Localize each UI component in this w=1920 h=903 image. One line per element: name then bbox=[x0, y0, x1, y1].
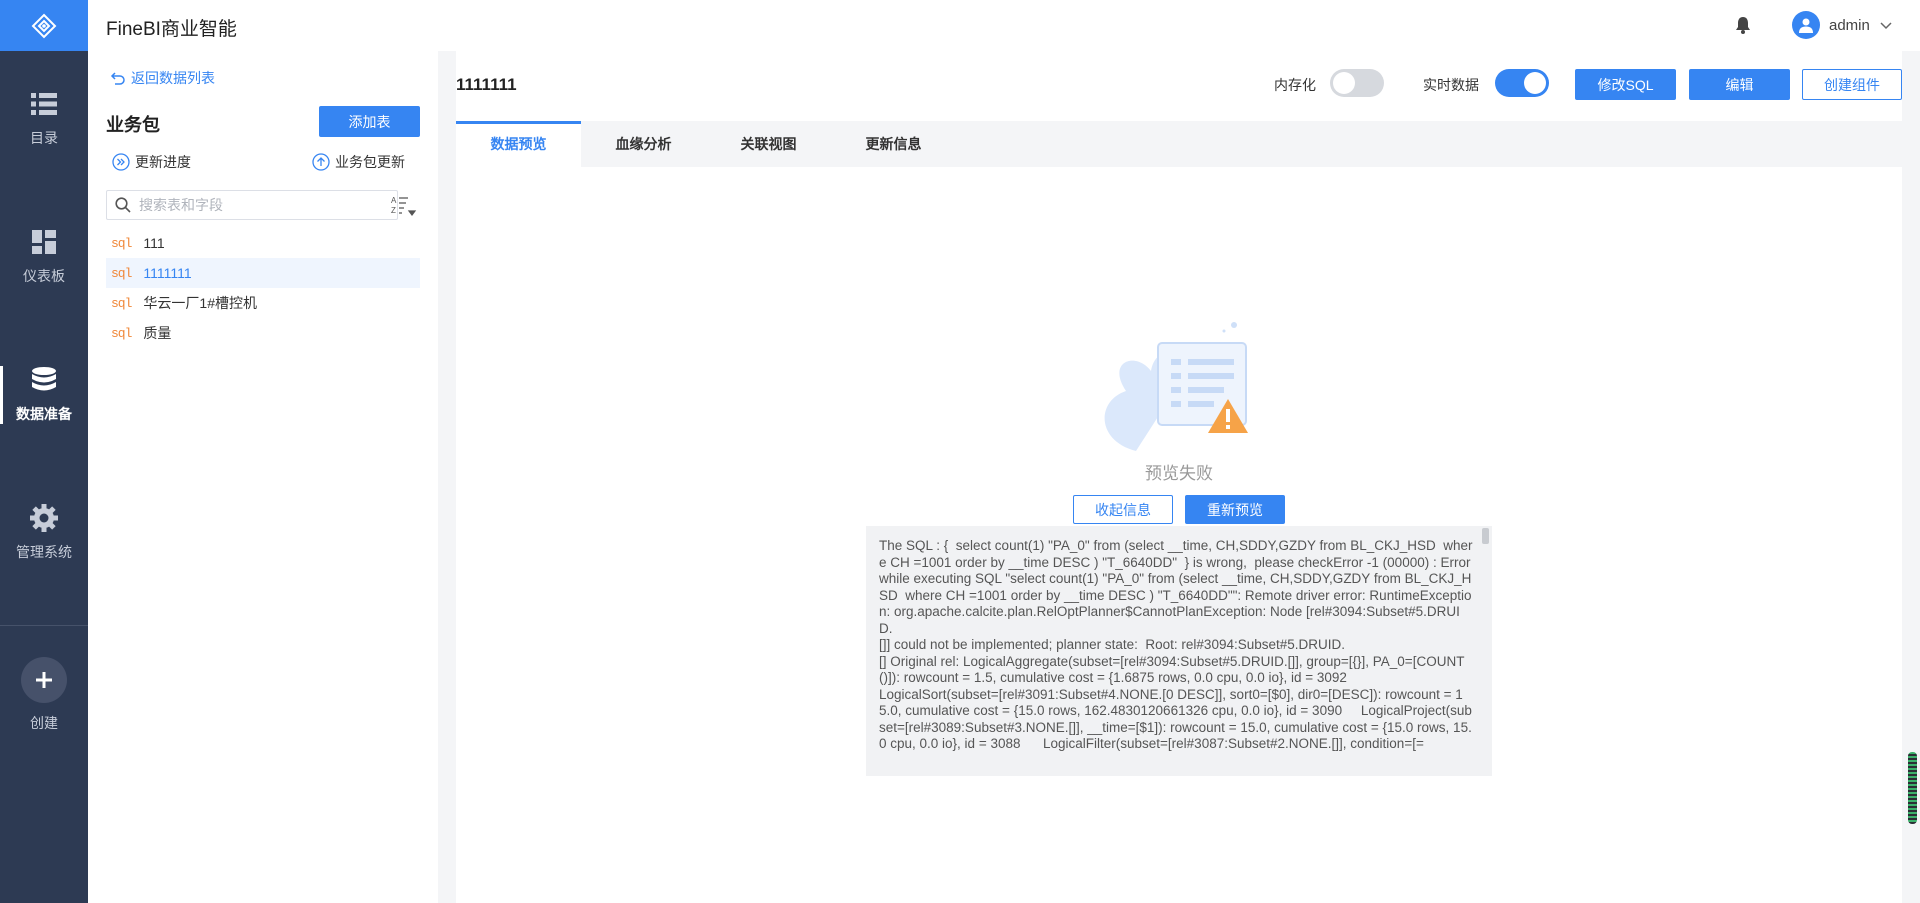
add-table-button[interactable]: 添加表 bbox=[319, 106, 420, 137]
toggle-knob bbox=[1524, 72, 1546, 94]
back-label: 返回数据列表 bbox=[131, 70, 215, 86]
nav-item-catalog[interactable]: 目录 bbox=[0, 64, 88, 174]
table-list: sql 111 sql 1111111 sql 华云一厂1#槽控机 sql 质量 bbox=[106, 228, 420, 348]
scrollbar[interactable] bbox=[1482, 528, 1489, 544]
edit-button[interactable]: 编辑 bbox=[1689, 69, 1790, 100]
toggle-knob bbox=[1333, 72, 1355, 94]
package-update-label: 业务包更新 bbox=[335, 154, 405, 170]
search-input[interactable] bbox=[139, 197, 379, 213]
error-message: The SQL : { select count(1) "PA_0" from … bbox=[879, 538, 1473, 751]
tab-bar: 数据预览 血缘分析 关联视图 更新信息 bbox=[456, 121, 1902, 167]
tab-update-info[interactable]: 更新信息 bbox=[831, 121, 956, 167]
sort-icon[interactable]: A Z bbox=[391, 195, 417, 222]
realtime-label: 实时数据 bbox=[1423, 77, 1479, 93]
top-header: FineBI商业智能 admin bbox=[88, 0, 1920, 51]
nav-label: 仪表板 bbox=[23, 268, 65, 284]
preview-failed-illustration bbox=[1104, 322, 1248, 451]
sql-tag: sql bbox=[111, 265, 132, 281]
user-name: admin bbox=[1829, 16, 1870, 34]
back-to-list-link[interactable]: 返回数据列表 bbox=[110, 68, 215, 88]
table-search bbox=[106, 190, 398, 220]
list-icon bbox=[31, 90, 57, 118]
database-icon bbox=[32, 366, 56, 394]
nav-label: 管理系统 bbox=[16, 544, 72, 560]
svg-text:Z: Z bbox=[391, 206, 396, 215]
user-menu[interactable]: admin bbox=[1792, 11, 1892, 39]
nav-item-data-prep[interactable]: 数据准备 bbox=[0, 340, 88, 450]
upload-icon bbox=[312, 153, 330, 171]
retry-preview-button[interactable]: 重新预览 bbox=[1185, 495, 1285, 524]
table-title: 1111111 bbox=[456, 75, 517, 94]
main-panel: 1111111 内存化 实时数据 修改SQL 编辑 创建组件 数据预览 血缘分析… bbox=[456, 51, 1902, 903]
nav-item-dashboard[interactable]: 仪表板 bbox=[0, 202, 88, 312]
realtime-toggle[interactable] bbox=[1495, 69, 1549, 97]
bell-icon[interactable] bbox=[1735, 16, 1751, 39]
left-nav: 目录 仪表板 数据准备 管理系统 创建 bbox=[0, 0, 88, 903]
sql-tag: sql bbox=[111, 295, 132, 311]
preview-failed-text: 预览失败 bbox=[1145, 464, 1213, 483]
memory-label: 内存化 bbox=[1274, 77, 1316, 93]
logo-icon bbox=[31, 13, 57, 38]
package-panel: 返回数据列表 业务包 添加表 更新进度 业务包更新 A Z bbox=[88, 51, 438, 903]
double-chevron-icon bbox=[112, 153, 130, 171]
nav-label: 目录 bbox=[30, 130, 58, 146]
page-scrollbar[interactable] bbox=[1908, 752, 1917, 824]
package-title: 业务包 bbox=[106, 115, 160, 135]
tab-relation-view[interactable]: 关联视图 bbox=[706, 121, 831, 167]
back-arrow-icon bbox=[110, 72, 125, 85]
nav-item-admin[interactable]: 管理系统 bbox=[0, 478, 88, 588]
nav-item-create[interactable]: 创建 bbox=[0, 640, 88, 750]
table-name: 质量 bbox=[143, 325, 172, 341]
avatar bbox=[1792, 11, 1820, 39]
table-item[interactable]: sql 华云一厂1#槽控机 bbox=[106, 288, 420, 318]
tab-data-preview[interactable]: 数据预览 bbox=[456, 121, 581, 167]
svg-text:A: A bbox=[391, 196, 397, 205]
create-component-button[interactable]: 创建组件 bbox=[1802, 69, 1902, 100]
collapse-info-button[interactable]: 收起信息 bbox=[1073, 495, 1173, 524]
table-item[interactable]: sql 111 bbox=[106, 228, 420, 258]
memory-toggle[interactable] bbox=[1330, 69, 1384, 97]
nav-label: 数据准备 bbox=[16, 406, 72, 422]
table-name: 111 bbox=[143, 235, 165, 251]
nav-divider bbox=[0, 625, 88, 626]
table-name: 华云一厂1#槽控机 bbox=[143, 295, 257, 311]
app-title: FineBI商业智能 bbox=[106, 19, 237, 40]
plus-icon bbox=[21, 657, 67, 703]
table-name: 1111111 bbox=[143, 265, 192, 281]
sql-tag: sql bbox=[111, 235, 132, 251]
tab-lineage[interactable]: 血缘分析 bbox=[581, 121, 706, 167]
update-progress-link[interactable]: 更新进度 bbox=[112, 152, 191, 172]
edit-sql-button[interactable]: 修改SQL bbox=[1575, 69, 1676, 100]
error-message-box[interactable]: The SQL : { select count(1) "PA_0" from … bbox=[866, 526, 1492, 776]
nav-label: 创建 bbox=[30, 715, 58, 731]
sql-tag: sql bbox=[111, 325, 132, 341]
chevron-down-icon bbox=[1880, 17, 1892, 34]
dashboard-icon bbox=[32, 228, 56, 256]
package-update-link[interactable]: 业务包更新 bbox=[312, 152, 405, 172]
logo[interactable] bbox=[0, 0, 88, 51]
table-item[interactable]: sql 质量 bbox=[106, 318, 420, 348]
gear-icon bbox=[30, 504, 58, 532]
table-item[interactable]: sql 1111111 bbox=[106, 258, 420, 288]
update-progress-label: 更新进度 bbox=[135, 154, 191, 170]
search-icon bbox=[115, 197, 131, 213]
